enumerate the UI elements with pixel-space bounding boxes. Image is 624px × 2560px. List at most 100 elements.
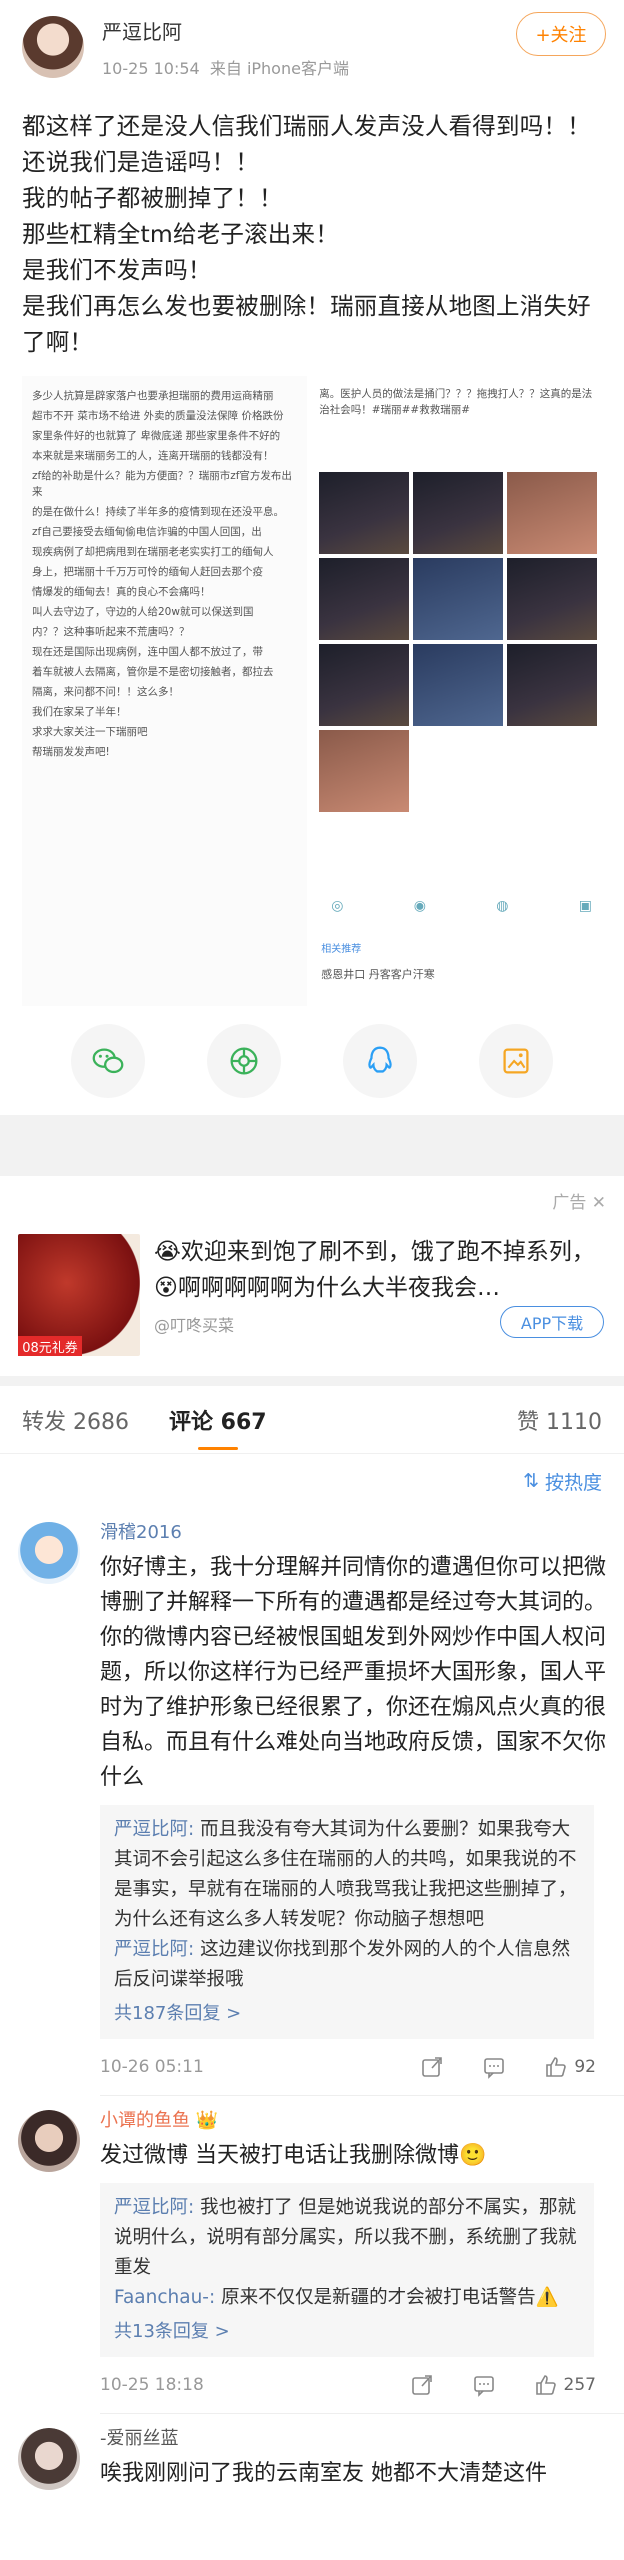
- share-moments-button[interactable]: [207, 1023, 281, 1098]
- photo-thumb: [507, 558, 598, 640]
- tab-comments[interactable]: 评论 667: [169, 1404, 267, 1450]
- tab-forward[interactable]: 转发 2686: [22, 1404, 129, 1436]
- screenshot-text-panel: 多少人抗算是辟家落户也要承担瑞丽的费用运商精丽 超市不开 菜市场不给进 外卖的质量…: [22, 376, 308, 1006]
- moments-icon: [230, 1047, 258, 1074]
- share-icon[interactable]: [420, 2055, 444, 2079]
- comment-footer: 10-26 05:11 92: [100, 2039, 606, 2095]
- like-button[interactable]: 257: [534, 2373, 596, 2397]
- ad-text[interactable]: 😭欢迎来到饱了刷不到，饿了跑不掉系列，😵啊啊啊啊啊为什么大半夜我会…: [154, 1234, 604, 1306]
- reply-author[interactable]: 严逗比阿:: [114, 2197, 194, 2218]
- share-wechat-button[interactable]: [71, 1023, 145, 1098]
- reply-box[interactable]: 严逗比阿: 我也被打了 但是她说我说的部分不属实，那就说明什么，说明有部分属实，…: [100, 2183, 594, 2357]
- photo-thumb: [319, 558, 410, 640]
- like-button[interactable]: 92: [544, 2055, 596, 2079]
- reply-icon[interactable]: [472, 2373, 496, 2397]
- section-gap: [0, 1116, 624, 1176]
- author-row: 严逗比阿 10-25 10:54 来自 iPhone客户端 +关注: [22, 12, 606, 80]
- screenshot-text-line: 的是在做什么！持续了半年多的疫情到现在还没平息。: [32, 506, 284, 518]
- post-timestamp: 10-25 10:54: [102, 58, 200, 78]
- post-text-line: 是我们不发声吗！: [22, 256, 212, 284]
- screenshot-text-line: 我们在家呆了半年！: [32, 706, 127, 718]
- tab-likes[interactable]: 赞 1110: [517, 1404, 602, 1436]
- post-text-line: 是我们再怎么发也要被删除！瑞丽直接从地图上消失好了啊！: [22, 292, 591, 356]
- screenshot-recommend-text: 感恩井口 丹客客户汗寒: [321, 968, 435, 981]
- comment-footer: 10-25 18:18 257: [100, 2357, 606, 2413]
- author-avatar[interactable]: [22, 16, 84, 78]
- commenter-avatar[interactable]: [18, 2428, 80, 2490]
- save-image-button[interactable]: [479, 1023, 553, 1098]
- post-image[interactable]: 多少人抗算是辟家落户也要承担瑞丽的费用运商精丽 超市不开 菜市场不给进 外卖的质量…: [22, 376, 602, 1006]
- reply-author[interactable]: 严逗比阿:: [114, 1939, 194, 1960]
- reply-item: Faanchau-: 原来不仅仅是新疆的才会被打电话警告⚠️: [114, 2283, 580, 2313]
- photo-thumb: [413, 558, 504, 640]
- comment-time: 10-26 05:11: [100, 2057, 204, 2077]
- screenshot-photo-panel: 离。医护人员的做法是捅门？？？拖拽打人？？这真的是法治社会吗！#瑞丽##救救瑞丽…: [313, 376, 602, 1006]
- photo-thumb: [319, 644, 410, 726]
- moments-icon: ◉: [413, 898, 426, 914]
- more-replies-link[interactable]: 共13条回复 >: [114, 2317, 580, 2347]
- comment-time: 10-25 18:18: [100, 2375, 204, 2395]
- interaction-tabs: 转发 2686 评论 667 赞 1110: [0, 1386, 624, 1454]
- app-download-button[interactable]: APP下载: [500, 1306, 604, 1338]
- photo-thumb: [507, 644, 598, 726]
- sort-by-hot-button[interactable]: 按热度: [545, 1468, 602, 1495]
- qq-icon: [368, 1046, 392, 1073]
- post-text-line: 那些杠精全tm给老子滚出来！: [22, 220, 339, 248]
- screenshot-share-row: ◎ ◉ ◍ ▣: [331, 898, 592, 914]
- ad-label-text: 广告: [552, 1193, 587, 1213]
- reply-box[interactable]: 严逗比阿: 而且我没有夸大其词为什么要删？如果我夸大其词不会引起这么多住在瑞丽的…: [100, 1805, 594, 2039]
- comment-actions: 257: [410, 2373, 596, 2397]
- save-image-icon: [503, 1047, 529, 1074]
- wechat-icon: [92, 1047, 124, 1073]
- section-gap: [0, 1376, 624, 1386]
- commenter-name[interactable]: -爱丽丝蓝: [100, 2424, 606, 2450]
- screenshot-text-line: 家里条件好的也就算了 卑微底递 那些家里条件不好的: [32, 430, 281, 442]
- reply-item: 严逗比阿: 这边建议你找到那个发外网的人的个人信息然后反问谍举报哦: [114, 1935, 580, 1995]
- screenshot-text-line: 超市不开 菜市场不给进 外卖的质量没法保障 价格跌份: [32, 410, 284, 422]
- screenshot-text-line: 内？？这种事听起来不荒唐吗？？: [32, 626, 190, 638]
- post-text-line: 我的帖子都被删掉了！！: [22, 184, 283, 212]
- wechat-icon: ◎: [331, 898, 344, 914]
- photo-thumb: [413, 472, 504, 554]
- screenshot-text-line: 隔离，来问都不问！！这么多！: [32, 686, 179, 698]
- screenshot-text-line: 帮瑞丽发发声吧!: [32, 746, 110, 758]
- sort-row: ⇅ 按热度: [0, 1454, 624, 1508]
- reply-author[interactable]: 严逗比阿:: [114, 1819, 194, 1840]
- commenter-name[interactable]: 小谭的鱼鱼 👑: [100, 2106, 606, 2132]
- ad-label[interactable]: 广告 ✕: [552, 1188, 606, 1213]
- reply-icon[interactable]: [482, 2055, 506, 2079]
- comment-actions: 92: [420, 2055, 596, 2079]
- post-time: 10-25 10:54 来自 iPhone客户端: [102, 55, 602, 79]
- ad-card[interactable]: 广告 ✕ 08元礼券 😭欢迎来到饱了刷不到，饿了跑不掉系列，😵啊啊啊啊啊为什么大…: [0, 1176, 624, 1376]
- post-text-line: 还说我们是造谣吗！！: [22, 148, 259, 176]
- screenshot-text-line: 求求大家关注一下瑞丽吧: [32, 726, 148, 738]
- screenshot-recommend-label: 相关推荐: [321, 944, 362, 955]
- comment-text[interactable]: 你好博主，我十分理解并同情你的遭遇但你可以把微博删了并解释一下所有的遭遇都是经过…: [100, 1550, 606, 1795]
- share-qq-button[interactable]: [343, 1023, 417, 1098]
- comment-item: 小谭的鱼鱼 👑 发过微博 当天被打电话让我删除微博🙂 严逗比阿: 我也被打了 但…: [0, 2096, 624, 2413]
- sort-icon: ⇅: [523, 1470, 539, 1492]
- post-text: 都这样了还是没人信我们瑞丽人发声没人看得到吗！！ 还说我们是造谣吗！！ 我的帖子…: [22, 108, 602, 360]
- photo-thumb: [319, 472, 410, 554]
- comment-text[interactable]: 发过微博 当天被打电话让我删除微博🙂: [100, 2138, 606, 2173]
- photo-thumb: [507, 472, 598, 554]
- commenter-name[interactable]: 滑稽2016: [100, 1518, 606, 1544]
- more-replies-link[interactable]: 共187条回复 >: [114, 1999, 580, 2029]
- close-icon[interactable]: ✕: [592, 1193, 606, 1213]
- post-text-line: 都这样了还是没人信我们瑞丽人发声没人看得到吗！！: [22, 112, 591, 140]
- commenter-avatar[interactable]: [18, 1522, 80, 1584]
- qq-icon: ◍: [496, 898, 509, 914]
- thumbs-up-icon: [546, 2057, 567, 2077]
- reply-author[interactable]: Faanchau-:: [114, 2287, 215, 2308]
- photo-thumb: [413, 644, 504, 726]
- share-bar: [0, 1006, 624, 1116]
- screenshot-text-line: 叫人去守边了，守边的人给20w就可以保送到国: [32, 606, 254, 618]
- comment-text[interactable]: 唉我刚刚问了我的云南室友 她都不大清楚这件: [100, 2456, 606, 2491]
- commenter-avatar[interactable]: [18, 2110, 80, 2172]
- screenshot-text-line: 现疾病例了却把病甩到在瑞丽老老实实打工的缅甸人: [32, 546, 274, 558]
- post: 严逗比阿 10-25 10:54 来自 iPhone客户端 +关注 都这样了还是…: [0, 0, 624, 1006]
- screenshot-text-line: 身上，把瑞丽十千万万可怜的缅甸人赶回去那个疫: [32, 566, 263, 578]
- follow-button[interactable]: +关注: [516, 12, 606, 56]
- ad-coupon-tag: 08元礼券: [18, 1336, 82, 1356]
- share-icon[interactable]: [410, 2373, 434, 2397]
